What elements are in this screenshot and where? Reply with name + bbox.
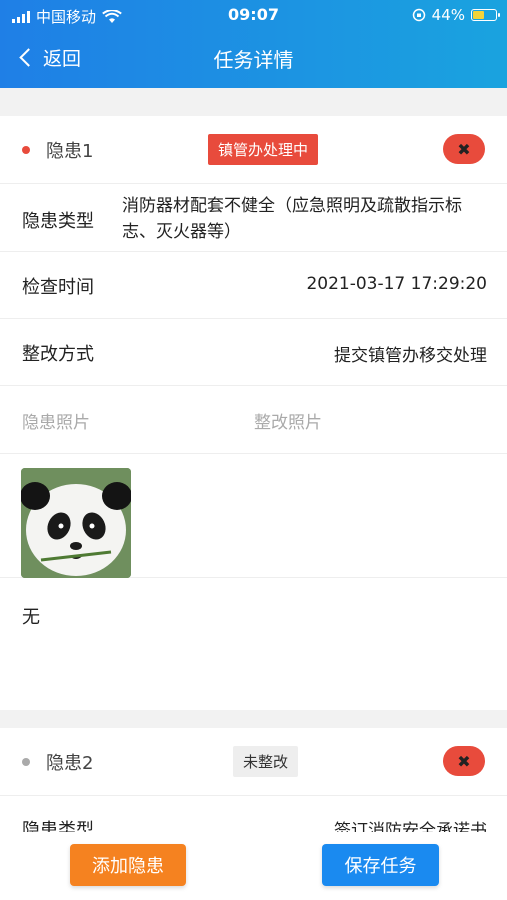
rectify-method-row[interactable]: 整改方式 提交镇管办移交处理 — [0, 319, 507, 386]
hazard-type-row: 隐患类型 签订消防安全承诺书 — [0, 796, 507, 832]
status-bar: 中国移动 09:07 44% — [0, 0, 507, 30]
hazard-type-row: 隐患类型 消防器材配套不健全（应急照明及疏散指示标志、灭火器等） — [0, 184, 507, 252]
delete-hazard-button[interactable]: ✖ — [443, 746, 485, 776]
hazard-type-label: 隐患类型 — [22, 211, 94, 232]
orientation-lock-icon — [412, 8, 425, 22]
close-icon: ✖ — [457, 751, 471, 771]
status-badge: 未整改 — [233, 746, 299, 777]
add-hazard-button[interactable]: 添加隐患 — [70, 844, 186, 886]
nav-bar: 返回 任务详情 — [0, 38, 507, 78]
remark-row: 无 — [0, 578, 507, 710]
status-badge: 镇管办处理中 — [208, 134, 319, 165]
check-time-value: 2021-03-17 17:29:20 — [306, 274, 487, 294]
hazard-header: 隐患2 未整改 ✖ — [0, 728, 507, 796]
bottom-action-bar: 添加隐患 保存任务 — [0, 832, 507, 900]
hazard-type-value: 消防器材配套不健全（应急照明及疏散指示标志、灭火器等） — [122, 196, 462, 242]
page-title: 任务详情 — [213, 48, 294, 72]
rectify-photo-label: 整改照片 — [254, 413, 322, 433]
battery-icon — [471, 9, 500, 21]
hazard-type-label: 隐患类型 — [22, 820, 94, 832]
hazard-card-1: 隐患1 镇管办处理中 ✖ 隐患类型 消防器材配套不健全（应急照明及疏散指示标志、… — [0, 116, 507, 710]
status-dot — [22, 758, 30, 766]
delete-hazard-button[interactable]: ✖ — [443, 134, 485, 164]
photo-labels-row: 隐患照片 整改照片 — [0, 386, 507, 454]
save-task-button[interactable]: 保存任务 — [322, 844, 439, 886]
hazard-card-2: 隐患2 未整改 ✖ 隐患类型 签订消防安全承诺书 — [0, 728, 507, 832]
hazard-header: 隐患1 镇管办处理中 ✖ — [0, 116, 507, 184]
battery-percent: 44% — [431, 6, 465, 24]
status-dot — [22, 146, 30, 154]
check-time-row: 检查时间 2021-03-17 17:29:20 — [0, 252, 507, 319]
panda-image — [21, 468, 131, 578]
close-icon: ✖ — [457, 139, 471, 159]
rectify-method-label: 整改方式 — [22, 344, 94, 365]
remark-text: 无 — [22, 607, 40, 628]
hazard-photo-label: 隐患照片 — [22, 413, 90, 433]
hazard-name: 隐患2 — [46, 753, 94, 774]
check-time-label: 检查时间 — [22, 277, 94, 298]
photo-row — [0, 454, 507, 578]
rectify-method-value: 提交镇管办移交处理 — [334, 346, 487, 366]
hazard-photo-thumbnail[interactable] — [21, 468, 131, 578]
hazard-name: 隐患1 — [46, 141, 94, 162]
top-bar: 中国移动 09:07 44% 返回 任务详情 — [0, 0, 507, 88]
hazard-type-value: 签订消防安全承诺书 — [334, 821, 487, 832]
